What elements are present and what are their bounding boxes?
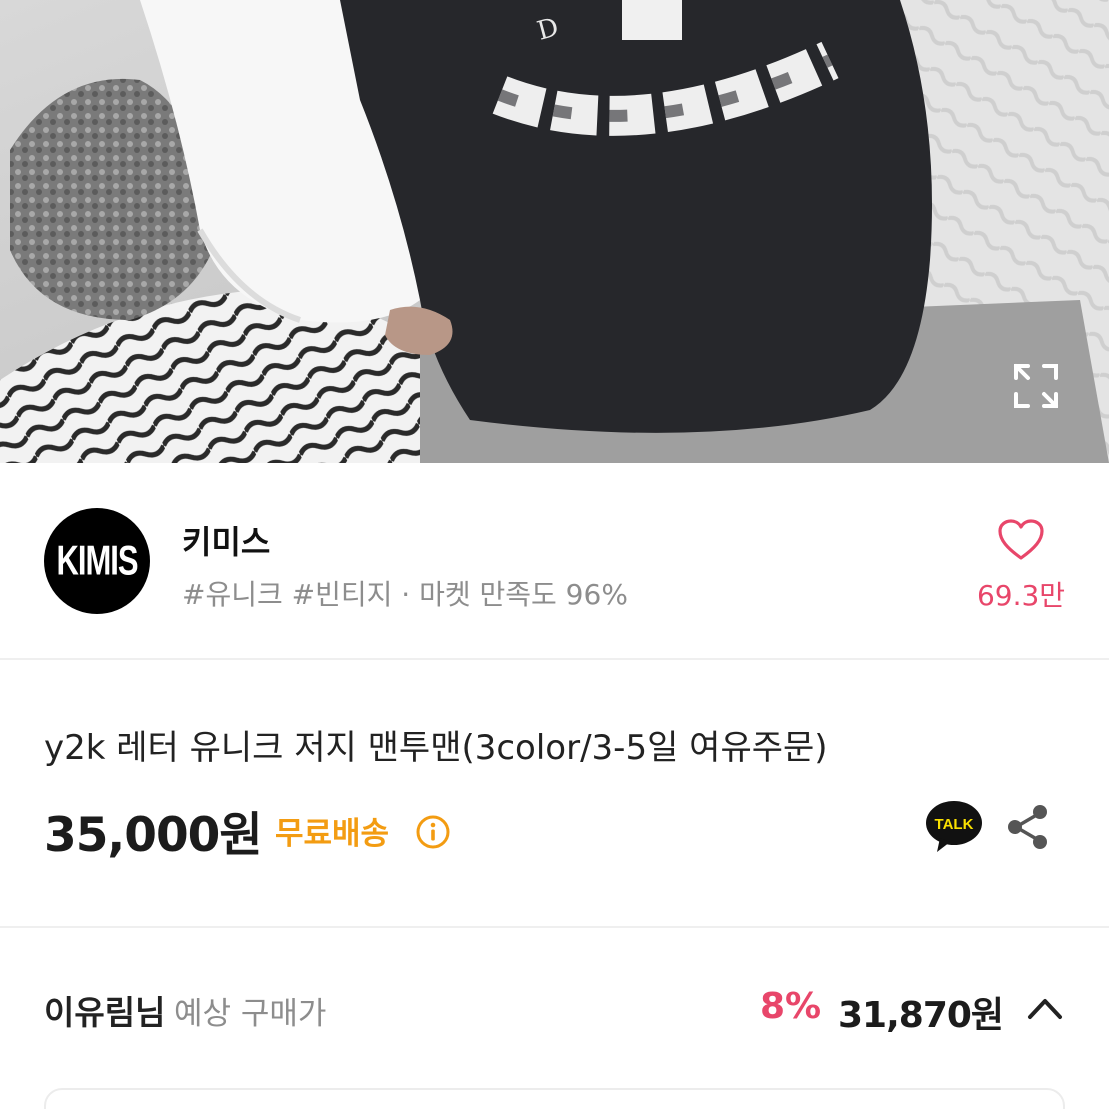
like-count: 69.3만 [976,579,1066,612]
expand-icon[interactable] [1010,360,1062,412]
seller-name[interactable]: 키미스 [182,517,270,563]
free-shipping-label: 무료배송 [275,816,390,852]
divider [0,658,1109,660]
seller-avatar[interactable]: KIMIS [44,508,150,614]
chevron-up-icon[interactable] [1024,990,1066,1026]
seller-tags: #유니크 #빈티지 · 마켓 만족도 96% [182,578,628,611]
estimated-price: 31,870원 [838,995,1004,1036]
seller-avatar-text: KIMIS [56,536,138,584]
kakao-talk-icon[interactable]: TALK [924,798,984,856]
estimate-user-name: 이유림님 [44,993,166,1032]
estimate-label: 예상 구매가 [174,996,327,1032]
seller-info[interactable] [0,463,1109,659]
info-icon[interactable] [414,813,452,851]
heart-icon[interactable] [990,512,1052,568]
kakao-talk-label: TALK [935,816,974,833]
product-price: 35,000원 [44,808,263,863]
discount-rate: 8% [760,986,822,1027]
divider [0,926,1109,928]
product-title: y2k 레터 유니크 저지 맨투맨(3color/3-5일 여유주문) [44,728,828,768]
product-photo-art: D [0,0,1109,463]
share-icon[interactable] [1004,802,1052,852]
product-photo[interactable]: D [0,0,1109,463]
coupon-card[interactable] [44,1088,1065,1109]
